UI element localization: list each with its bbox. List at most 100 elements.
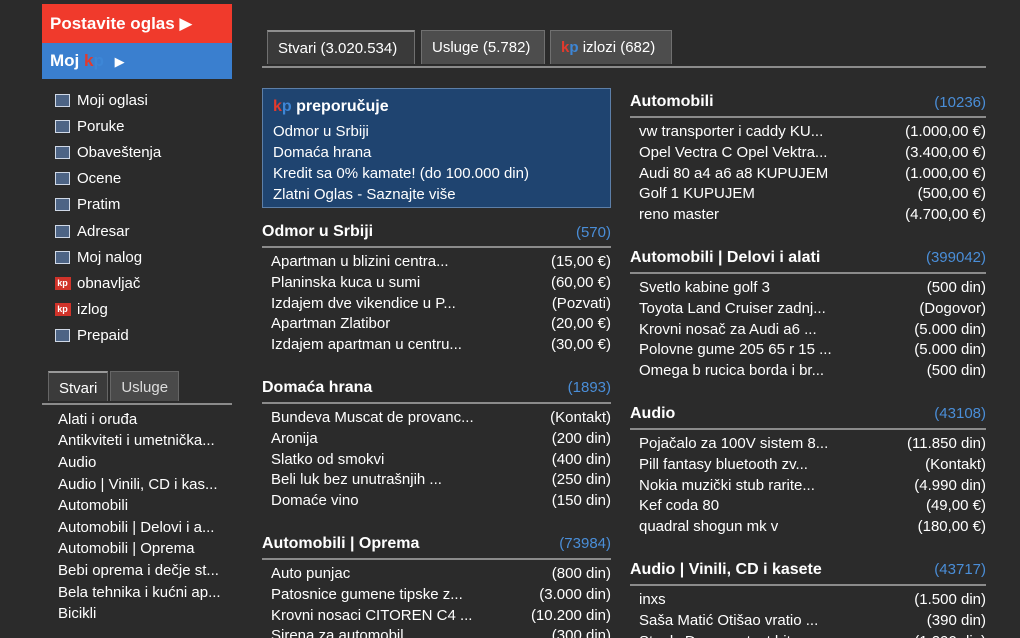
listing-row[interactable]: Patosnice gumene tipske z... (3.000 din) — [262, 585, 611, 606]
sidebar-item-label: izlog — [77, 301, 108, 319]
listing-row[interactable]: Polovne gume 205 65 r 15 ... (5.000 din) — [630, 340, 986, 361]
listing-row[interactable]: Toyota Land Cruiser zadnj... (Dogovor) — [630, 299, 986, 320]
category-link[interactable]: Automobili — [58, 495, 232, 517]
sidebar-item-prepaid[interactable]: Prepaid — [54, 323, 232, 349]
listing-row[interactable]: Krovni nosaci CITOREN C4 ... (10.200 din) — [262, 606, 611, 627]
listing-row[interactable]: Sirena za automobil (300 din) — [262, 626, 611, 638]
listing-row[interactable]: Nokia muzički stub rarite... (4.990 din) — [630, 476, 986, 497]
tab-kp-izlozi[interactable]: kp izlozi (682) — [550, 30, 672, 64]
listing-row[interactable]: Audi 80 a4 a6 a8 KUPUJEM (1.000,00 €) — [630, 164, 986, 185]
listing-row[interactable]: Svetlo kabine golf 3 (500 din) — [630, 278, 986, 299]
listing-section: Audio (43108) Pojačalo za 100V sistem 8...… — [630, 400, 986, 538]
promo-link[interactable]: Domaća hrana — [273, 142, 600, 163]
section-count[interactable]: (10236) — [934, 94, 986, 111]
sidebar-item-label: Prepaid — [77, 327, 129, 345]
category-link[interactable]: Audio — [58, 452, 232, 474]
listing-row[interactable]: inxs (1.500 din) — [630, 590, 986, 611]
section-count[interactable]: (43108) — [934, 405, 986, 422]
left-column: kp preporučuje Odmor u Srbiji Domaća hra… — [262, 88, 611, 638]
sidebar-item-my-ads[interactable]: Moji oglasi — [54, 87, 232, 113]
section-title[interactable]: Audio | Vinili, CD i kasete — [630, 561, 822, 579]
listing-row[interactable]: Izdajem dve vikendice u P... (Pozvati) — [262, 294, 611, 315]
listing-price: (Dogovor) — [919, 299, 986, 317]
listing-title: Steely Dan greatest hits — [639, 632, 798, 638]
sidebar-item-notifications[interactable]: Obaveštenja — [54, 139, 232, 165]
promo-link[interactable]: Kredit sa 0% kamate! (do 100.000 din) — [273, 163, 600, 184]
right-column: Automobili (10236) vw transporter i caddy … — [630, 88, 986, 638]
listing-row[interactable]: Omega b rucica borda i br... (500 din) — [630, 361, 986, 382]
section-header: Automobili (10236) — [630, 88, 986, 118]
listing-row[interactable]: Domaće vino (150 din) — [262, 491, 611, 512]
listing-row[interactable]: Aronija (200 din) — [262, 429, 611, 450]
listing-row[interactable]: reno master (4.700,00 €) — [630, 205, 986, 226]
category-link[interactable]: Alati i oruđa — [58, 409, 232, 431]
listing-price: (4.700,00 €) — [905, 206, 986, 224]
kp-recommends-box: kp preporučuje Odmor u Srbiji Domaća hra… — [262, 88, 611, 208]
sidebar-item-following[interactable]: Pratim — [54, 192, 232, 218]
listing-price: (500 din) — [926, 278, 986, 296]
sidebar-item-ratings[interactable]: Ocene — [54, 166, 232, 192]
section-title[interactable]: Automobili — [630, 93, 714, 111]
listing-price: (390 din) — [926, 611, 986, 629]
listing-price: (200 din) — [551, 429, 611, 447]
sidebar-item-kp-showcase[interactable]: kp izlog — [54, 297, 232, 323]
sidebar-item-kp-renewer[interactable]: kp obnavljač — [54, 270, 232, 296]
category-link[interactable]: Bebi oprema i dečje st... — [58, 560, 232, 582]
sidebar-item-address-book[interactable]: Adresar — [54, 218, 232, 244]
listing-row[interactable]: Steely Dan greatest hits (1.290 din) — [630, 632, 986, 638]
listing-row[interactable]: quadral shogun mk v (180,00 €) — [630, 517, 986, 538]
sidebar-tab-stvari[interactable]: Stvari — [48, 370, 109, 401]
promo-link[interactable]: Odmor u Srbiji — [273, 121, 600, 142]
listing-row[interactable]: Apartman u blizini centra... (15,00 €) — [262, 252, 611, 273]
listing-row[interactable]: Apartman Zlatibor (20,00 €) — [262, 314, 611, 335]
page: Postavite oglas ▶ Moj kp ▶ Moji oglasi Po… — [0, 0, 1020, 638]
category-link[interactable]: Antikviteti i umetnička... — [58, 430, 232, 452]
section-title[interactable]: Odmor u Srbiji — [262, 223, 373, 241]
listing-row[interactable]: Izdajem apartman u centru... (30,00 €) — [262, 335, 611, 356]
listing-row[interactable]: Kef coda 80 (49,00 €) — [630, 496, 986, 517]
sidebar-item-messages[interactable]: Poruke — [54, 113, 232, 139]
listing-section: Odmor u Srbiji (570) Apartman u blizini ce… — [262, 218, 611, 356]
listing-title: Patosnice gumene tipske z... — [271, 585, 463, 603]
category-link[interactable]: Audio | Vinili, CD i kas... — [58, 474, 232, 496]
promo-link[interactable]: Zlatni Oglas - Saznajte više — [273, 184, 600, 205]
listing-row[interactable]: vw transporter i caddy KU... (1.000,00 €) — [630, 122, 986, 143]
category-link[interactable]: Automobili | Oprema — [58, 538, 232, 560]
listing-row[interactable]: Slatko od smokvi (400 din) — [262, 450, 611, 471]
tab-stvari[interactable]: Stvari (3.020.534) — [267, 30, 415, 64]
listing-price: (1.000,00 €) — [905, 164, 986, 182]
section-count[interactable]: (73984) — [559, 535, 611, 552]
listing-row[interactable]: Beli luk bez unutrašnjih ... (250 din) — [262, 470, 611, 491]
notifications-icon — [54, 145, 71, 160]
post-ad-button[interactable]: Postavite oglas ▶ — [42, 4, 232, 43]
arrow-right-icon: ▶ — [114, 54, 125, 69]
section-title[interactable]: Domaća hrana — [262, 379, 372, 397]
listing-title: inxs — [639, 590, 666, 608]
section-count[interactable]: (43717) — [934, 561, 986, 578]
section-count[interactable]: (1893) — [568, 379, 611, 396]
sidebar-tab-usluge[interactable]: Usluge — [110, 370, 180, 401]
my-kp-button[interactable]: Moj kp ▶ — [42, 43, 232, 79]
listing-row[interactable]: Pojačalo za 100V sistem 8... (11.850 din) — [630, 434, 986, 455]
section-count[interactable]: (570) — [576, 224, 611, 241]
tab-usluge[interactable]: Usluge (5.782) — [421, 30, 545, 64]
category-link[interactable]: Automobili | Delovi i a... — [58, 517, 232, 539]
listing-title: Sirena za automobil — [271, 627, 404, 638]
listing-row[interactable]: Golf 1 KUPUJEM (500,00 €) — [630, 184, 986, 205]
tab-izlozi-count: (682) — [620, 39, 656, 56]
listing-row[interactable]: Krovni nosač za Audi a6 ... (5.000 din) — [630, 320, 986, 341]
listing-row[interactable]: Pill fantasy bluetooth zv... (Kontakt) — [630, 455, 986, 476]
category-link[interactable]: Bicikli — [58, 603, 232, 625]
category-link[interactable]: Bela tehnika i kućni ap... — [58, 582, 232, 604]
section-title[interactable]: Automobili | Oprema — [262, 535, 419, 553]
listing-row[interactable]: Bundeva Muscat de provanc... (Kontakt) — [262, 408, 611, 429]
sidebar-item-account[interactable]: Moj nalog — [54, 244, 232, 270]
listing-row[interactable]: Auto punjac (800 din) — [262, 564, 611, 585]
section-title[interactable]: Automobili | Delovi i alati — [630, 249, 820, 267]
listing-row[interactable]: Saša Matić Otišao vratio ... (390 din) — [630, 611, 986, 632]
section-count[interactable]: (399042) — [926, 249, 986, 266]
listing-price: (Kontakt) — [550, 408, 611, 426]
section-title[interactable]: Audio — [630, 405, 675, 423]
listing-row[interactable]: Planinska kuca u sumi (60,00 €) — [262, 273, 611, 294]
listing-row[interactable]: Opel Vectra C Opel Vektra... (3.400,00 €) — [630, 143, 986, 164]
